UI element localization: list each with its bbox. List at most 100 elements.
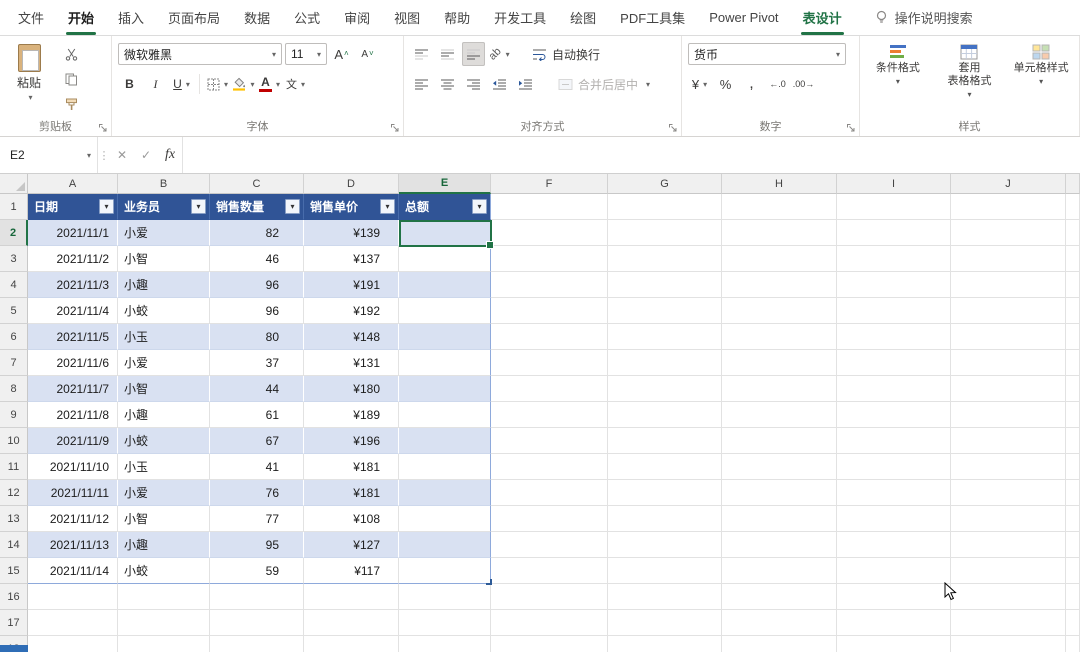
row-header-9[interactable]: 9 — [0, 402, 28, 428]
cell-J7[interactable] — [951, 350, 1066, 376]
comma-style-button[interactable]: , — [740, 72, 763, 96]
cell-F17[interactable] — [491, 610, 608, 636]
underline-button[interactable]: U ▾ — [170, 72, 193, 96]
row-header-14[interactable]: 14 — [0, 532, 28, 558]
number-dialog-launcher[interactable] — [846, 123, 856, 133]
tab-file[interactable]: 文件 — [6, 0, 56, 35]
cell-D17[interactable] — [304, 610, 399, 636]
cell-I9[interactable] — [837, 402, 951, 428]
cell-partial-8[interactable] — [1066, 376, 1080, 402]
cell-I6[interactable] — [837, 324, 951, 350]
cell-G9[interactable] — [608, 402, 722, 428]
cell-J2[interactable] — [951, 220, 1066, 246]
cell-J8[interactable] — [951, 376, 1066, 402]
cell-partial-18[interactable] — [1066, 636, 1080, 652]
cell-A17[interactable] — [28, 610, 118, 636]
row-header-13[interactable]: 13 — [0, 506, 28, 532]
cell-F5[interactable] — [491, 298, 608, 324]
cell-F8[interactable] — [491, 376, 608, 402]
cell-C8[interactable]: 44 — [210, 376, 304, 402]
cell-partial-17[interactable] — [1066, 610, 1080, 636]
formula-bar-splitter[interactable]: ⋮ — [98, 137, 110, 173]
fill-color-button[interactable]: ▾ — [232, 72, 255, 96]
accounting-format-button[interactable]: ¥ ▾ — [688, 72, 711, 96]
tab-insert[interactable]: 插入 — [106, 0, 156, 35]
cell-A7[interactable]: 2021/11/6 — [28, 350, 118, 376]
cell-C6[interactable]: 80 — [210, 324, 304, 350]
cell-G4[interactable] — [608, 272, 722, 298]
cell-B15[interactable]: 小蛟 — [118, 558, 210, 584]
merge-center-button[interactable]: 合并后居中 ▾ — [552, 72, 656, 96]
cell-G2[interactable] — [608, 220, 722, 246]
cell-E15[interactable] — [399, 558, 491, 584]
cell-B18[interactable] — [118, 636, 210, 652]
cell-H10[interactable] — [722, 428, 837, 454]
row-header-10[interactable]: 10 — [0, 428, 28, 454]
cell-J17[interactable] — [951, 610, 1066, 636]
cell-G13[interactable] — [608, 506, 722, 532]
cell-H8[interactable] — [722, 376, 837, 402]
cell-C5[interactable]: 96 — [210, 298, 304, 324]
orientation-button[interactable]: ab ▾ — [487, 42, 511, 66]
cell-E3[interactable] — [399, 246, 491, 272]
decrease-font-size-button[interactable]: A ˅ — [356, 42, 379, 66]
cell-D7[interactable]: ¥131 — [304, 350, 399, 376]
tab-table-design[interactable]: 表设计 — [791, 0, 854, 35]
cell-partial-13[interactable] — [1066, 506, 1080, 532]
cell-D18[interactable] — [304, 636, 399, 652]
cell-partial-15[interactable] — [1066, 558, 1080, 584]
cell-D1[interactable]: 销售单价 ▾ — [304, 194, 399, 220]
cell-D3[interactable]: ¥137 — [304, 246, 399, 272]
tab-formulas[interactable]: 公式 — [282, 0, 332, 35]
row-header-16[interactable]: 16 — [0, 584, 28, 610]
cell-J3[interactable] — [951, 246, 1066, 272]
cell-H9[interactable] — [722, 402, 837, 428]
cell-partial-2[interactable] — [1066, 220, 1080, 246]
cell-E5[interactable] — [399, 298, 491, 324]
cell-B11[interactable]: 小玉 — [118, 454, 210, 480]
name-box[interactable]: E2 ▾ — [0, 137, 98, 173]
cell-E10[interactable] — [399, 428, 491, 454]
cell-D15[interactable]: ¥117 — [304, 558, 399, 584]
cell-E12[interactable] — [399, 480, 491, 506]
cell-C10[interactable]: 67 — [210, 428, 304, 454]
column-header-A[interactable]: A — [28, 174, 118, 194]
cell-A2[interactable]: 2021/11/1 — [28, 220, 118, 246]
cell-I18[interactable] — [837, 636, 951, 652]
cell-G15[interactable] — [608, 558, 722, 584]
align-left-button[interactable] — [410, 72, 433, 96]
cell-E13[interactable] — [399, 506, 491, 532]
column-header-D[interactable]: D — [304, 174, 399, 194]
cell-J12[interactable] — [951, 480, 1066, 506]
font-name-combo[interactable]: 微软雅黑 ▾ — [118, 43, 282, 65]
cell-E9[interactable] — [399, 402, 491, 428]
clipboard-dialog-launcher[interactable] — [98, 123, 108, 133]
cell-F2[interactable] — [491, 220, 608, 246]
cell-B4[interactable]: 小趣 — [118, 272, 210, 298]
cell-E17[interactable] — [399, 610, 491, 636]
row-header-1[interactable]: 1 — [0, 194, 28, 220]
cell-I4[interactable] — [837, 272, 951, 298]
conditional-formatting-button[interactable]: 条件格式 ▾ — [865, 41, 931, 118]
increase-decimal-button[interactable]: ←.0 — [766, 72, 789, 96]
cell-G18[interactable] — [608, 636, 722, 652]
cell-A1[interactable]: 日期 ▾ — [28, 194, 118, 220]
cell-I12[interactable] — [837, 480, 951, 506]
cell-A5[interactable]: 2021/11/4 — [28, 298, 118, 324]
row-header-3[interactable]: 3 — [0, 246, 28, 272]
cell-I5[interactable] — [837, 298, 951, 324]
copy-button[interactable] — [58, 68, 84, 90]
cell-H12[interactable] — [722, 480, 837, 506]
cell-B8[interactable]: 小智 — [118, 376, 210, 402]
cell-B1[interactable]: 业务员 ▾ — [118, 194, 210, 220]
format-as-table-button[interactable]: 套用 表格格式 ▾ — [936, 41, 1002, 118]
increase-indent-button[interactable] — [514, 72, 537, 96]
filter-button-salesperson[interactable]: ▾ — [191, 199, 206, 214]
cell-partial-6[interactable] — [1066, 324, 1080, 350]
tell-me-search[interactable]: 操作说明搜索 — [874, 0, 973, 35]
cell-J9[interactable] — [951, 402, 1066, 428]
table-resize-handle[interactable] — [486, 579, 492, 585]
cell-F15[interactable] — [491, 558, 608, 584]
cell-B2[interactable]: 小爱 — [118, 220, 210, 246]
cell-E16[interactable] — [399, 584, 491, 610]
